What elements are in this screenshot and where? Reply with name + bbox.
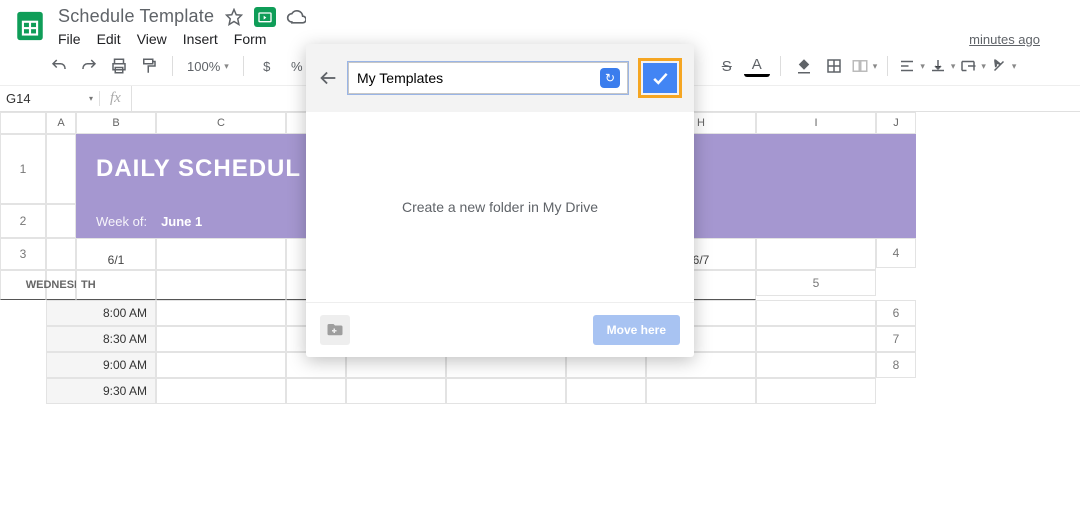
dialog-footer: Move here (306, 302, 694, 357)
v-align-icon[interactable] (929, 53, 956, 79)
text-color-icon[interactable]: A (744, 55, 770, 77)
row-header[interactable]: 3 (0, 238, 46, 270)
undo-icon[interactable] (46, 53, 72, 79)
cell[interactable] (756, 326, 876, 352)
week-of-label: Week of: (96, 214, 147, 229)
cell[interactable] (156, 352, 286, 378)
confirm-highlight (638, 58, 682, 98)
cell[interactable] (156, 326, 286, 352)
cell[interactable] (756, 300, 876, 326)
name-box[interactable]: G14 (0, 91, 100, 106)
wrap-icon[interactable] (959, 53, 986, 79)
date-label: 6/1 (108, 253, 125, 267)
back-icon[interactable] (314, 64, 342, 92)
cell[interactable] (46, 204, 76, 238)
cell[interactable] (566, 378, 646, 404)
rotate-text-icon[interactable]: A (990, 53, 1017, 79)
folder-name-input[interactable] (348, 62, 628, 94)
cell[interactable] (46, 238, 76, 270)
cell[interactable] (646, 378, 756, 404)
menu-insert[interactable]: Insert (183, 31, 218, 47)
h-align-icon[interactable] (898, 53, 925, 79)
cell[interactable] (156, 300, 286, 326)
time-cell[interactable]: 9:00 AM (46, 352, 156, 378)
row-header[interactable]: 7 (876, 326, 916, 352)
week-of-value: June 1 (161, 214, 202, 229)
row-header[interactable]: 1 (0, 134, 46, 204)
move-here-button[interactable]: Move here (593, 315, 680, 345)
col-header[interactable]: A (46, 112, 76, 134)
weekday-cell[interactable]: WEDNESDAY (46, 270, 76, 300)
borders-icon[interactable] (821, 53, 847, 79)
move-dialog: ↻ Create a new folder in My Drive Move h… (306, 44, 694, 357)
format-currency-icon[interactable]: $ (254, 53, 280, 79)
cell[interactable] (46, 134, 76, 204)
time-cell[interactable]: 8:00 AM (46, 300, 156, 326)
title-column: Schedule Template File Edit View Insert … (58, 6, 306, 47)
col-header[interactable]: B (76, 112, 156, 134)
redo-icon[interactable] (76, 53, 102, 79)
last-edit-link[interactable]: minutes ago (969, 6, 1070, 47)
time-cell[interactable]: 8:30 AM (46, 326, 156, 352)
fill-color-icon[interactable] (791, 53, 817, 79)
cell[interactable] (346, 378, 446, 404)
zoom-select[interactable]: 100% (183, 53, 233, 79)
cell[interactable] (756, 352, 876, 378)
app-bar: Schedule Template File Edit View Insert … (0, 0, 1080, 47)
weekday-cell[interactable]: TH (76, 270, 156, 300)
row-header[interactable]: 4 (876, 238, 916, 268)
cell[interactable] (156, 378, 286, 404)
sheets-logo[interactable] (10, 6, 50, 46)
col-header[interactable]: C (156, 112, 286, 134)
cell[interactable] (446, 378, 566, 404)
row-header[interactable]: 2 (0, 204, 46, 238)
fx-label: fx (100, 90, 131, 107)
date-label: 6/7 (693, 253, 710, 267)
cell[interactable] (756, 378, 876, 404)
row-header[interactable]: 6 (876, 300, 916, 326)
col-header[interactable]: I (756, 112, 876, 134)
strikethrough-icon[interactable]: S (714, 53, 740, 79)
cell[interactable] (286, 378, 346, 404)
new-folder-icon[interactable] (320, 315, 350, 345)
menu-format[interactable]: Form (234, 31, 267, 47)
dialog-body-text: Create a new folder in My Drive (306, 112, 694, 302)
print-icon[interactable] (106, 53, 132, 79)
merge-cells-icon[interactable] (851, 53, 878, 79)
menu-file[interactable]: File (58, 31, 81, 47)
menu-edit[interactable]: Edit (97, 31, 121, 47)
input-autofill-icon[interactable]: ↻ (600, 68, 620, 88)
star-icon[interactable] (224, 7, 244, 27)
move-icon[interactable] (254, 7, 276, 27)
menu-view[interactable]: View (137, 31, 167, 47)
confirm-folder-button[interactable] (643, 63, 677, 93)
time-cell[interactable]: 9:30 AM (46, 378, 156, 404)
cloud-status-icon[interactable] (286, 7, 306, 27)
col-header[interactable]: J (876, 112, 916, 134)
cell[interactable] (756, 238, 876, 270)
cell[interactable] (156, 238, 286, 270)
cell[interactable] (156, 270, 286, 300)
row-header[interactable]: 8 (876, 352, 916, 378)
menu-bar: File Edit View Insert Form (58, 31, 306, 47)
paint-format-icon[interactable] (136, 53, 162, 79)
select-all-corner[interactable] (0, 112, 46, 134)
row-header[interactable]: 5 (756, 270, 876, 296)
dialog-header: ↻ (306, 44, 694, 112)
doc-title[interactable]: Schedule Template (58, 6, 214, 27)
